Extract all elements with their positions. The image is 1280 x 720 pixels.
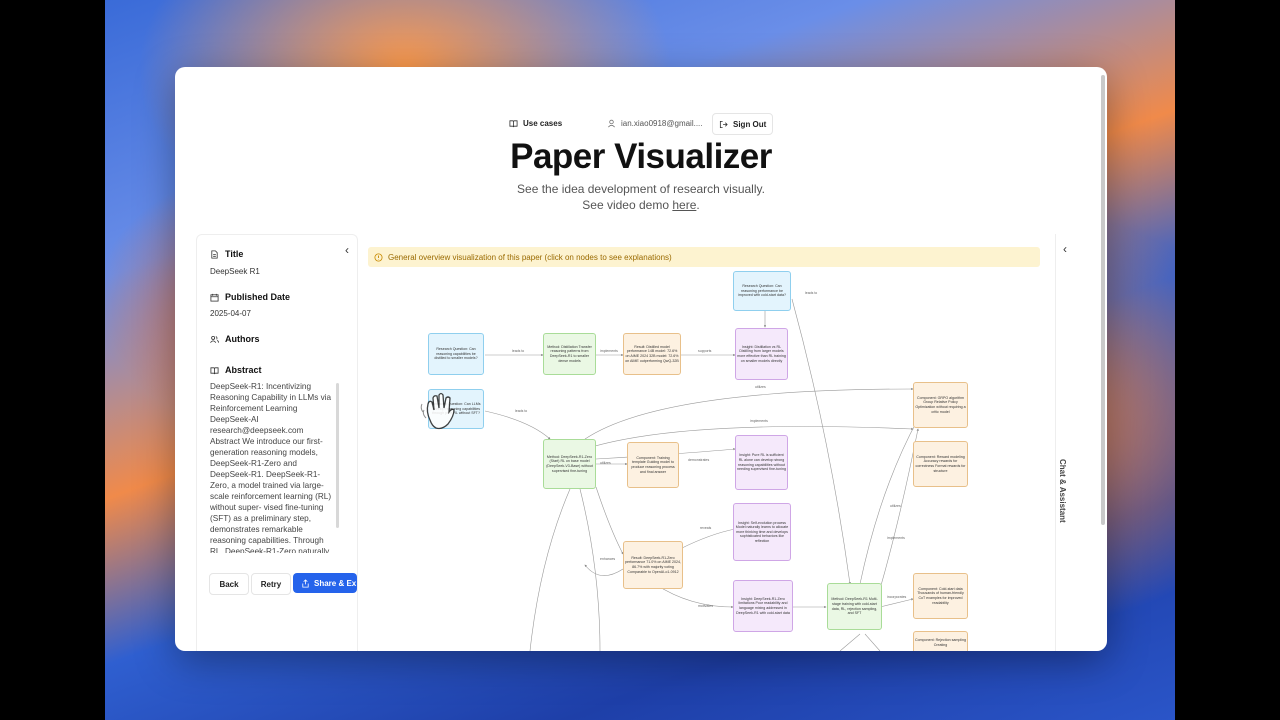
graph-node[interactable]: Component: Rejection sampling Creating [913, 631, 968, 651]
graph-node[interactable]: Component: GRPO algorithm Group Relative… [913, 382, 968, 428]
graph-node[interactable]: Insight: Pure RL is sufficient RL alone … [735, 435, 788, 490]
title-field-label: Title [210, 249, 243, 259]
browser-window: Use cases ian.xiao0918@gmail.... Sign Ou… [175, 67, 1107, 651]
title-label: Title [225, 249, 244, 259]
edge-label: motivates [698, 604, 713, 608]
graph-node[interactable]: Insight: Self-evolution process Model na… [733, 503, 791, 561]
edge-label: leads to [805, 291, 818, 295]
edge-label: leads to [512, 349, 525, 353]
graph-node[interactable]: Research Question: Can reasoning capabil… [428, 333, 484, 375]
authors-label: Authors [225, 334, 260, 344]
sign-out-icon [719, 120, 728, 128]
use-cases-button[interactable]: Use cases [509, 113, 562, 133]
chat-assistant-tab[interactable]: Chat & Assistant [1058, 459, 1067, 523]
date-field-label: Published Date [210, 292, 290, 302]
email-label: ian.xiao0918@gmail.... [621, 118, 703, 128]
graph-node[interactable]: Component: Training template Guiding mod… [627, 442, 679, 488]
user-icon [608, 119, 615, 127]
edge-label: enhances [600, 557, 616, 561]
abstract-scrollbar[interactable] [336, 383, 339, 528]
share-icon [302, 578, 309, 588]
abstract-text: DeepSeek-R1: Incentivizing Reasoning Cap… [210, 382, 332, 553]
sign-out-label: Sign Out [733, 119, 767, 129]
edge-label: utilizes [755, 385, 766, 389]
edge-label: utilizes [600, 461, 611, 465]
graph-node[interactable]: Component: Cold-start data Thousands of … [913, 573, 968, 619]
graph-node[interactable]: Method: DeepSeek-R1-Zero (Start) RL on b… [543, 439, 596, 489]
back-button[interactable]: Back [209, 573, 249, 595]
edge-label: leads to [515, 409, 528, 413]
video-demo-link[interactable]: here [672, 198, 696, 212]
account-email[interactable]: ian.xiao0918@gmail.... [607, 113, 703, 133]
edge-label: demonstrates [688, 458, 710, 462]
paper-info-panel: ‹ Title DeepSeek R1 Published Date 2025-… [196, 234, 358, 651]
share-label: Share & Ex [314, 578, 357, 588]
graph-node[interactable]: Result: Distilled model performance 14B … [623, 333, 681, 375]
graph-canvas[interactable]: General overview visualization of this p… [360, 239, 1055, 651]
page-subtitle: See the idea development of research vis… [175, 181, 1107, 213]
edge-label: implements [887, 536, 905, 540]
edge-label: reveals [700, 526, 712, 530]
collapse-left-panel-button[interactable]: ‹ [345, 243, 349, 257]
graph-node[interactable]: Insight: DeepSeek-R1-Zero limitations Po… [733, 580, 793, 632]
book-icon [509, 119, 518, 127]
demo-line: See video demo here. [175, 197, 1107, 213]
expand-chat-panel-button[interactable]: ‹ [1063, 242, 1067, 256]
sign-out-button[interactable]: Sign Out [712, 113, 774, 135]
graph-node[interactable]: Method: DeepSeek-R1 Multi-stage training… [827, 583, 882, 630]
graph-node[interactable]: Component: Reward modeling Accuracy rewa… [913, 441, 968, 487]
calendar-icon [210, 293, 219, 302]
paper-title-value: DeepSeek R1 [210, 267, 260, 276]
graph-node[interactable]: Result: DeepSeek-R1-Zero performance 71.… [623, 541, 683, 589]
users-icon [210, 335, 219, 343]
page-title: Paper Visualizer [510, 137, 772, 176]
retry-button[interactable]: Retry [251, 573, 291, 595]
top-nav: Use cases ian.xiao0918@gmail.... Sign Ou… [175, 113, 1107, 135]
authors-field-label: Authors [210, 334, 260, 344]
published-date-value: 2025-04-07 [210, 309, 251, 318]
graph-node[interactable]: Method: Distillation Transfer reasoning … [543, 333, 596, 375]
demo-suffix: . [696, 198, 700, 212]
edge-label: supports [698, 349, 712, 353]
open-book-icon [210, 366, 219, 374]
abstract-field-label: Abstract [210, 365, 262, 375]
edge-label: implements [600, 349, 618, 353]
subtitle-line: See the idea development of research vis… [517, 182, 765, 196]
date-label: Published Date [225, 292, 291, 302]
graph-node[interactable]: Research Question: Can reasoning perform… [733, 271, 791, 311]
share-export-button[interactable]: Share & Ex [293, 573, 357, 593]
edge-label: implements [750, 419, 768, 423]
edge-label: incorporates [887, 595, 907, 599]
edge-label: utilizes [890, 504, 901, 508]
graph-node[interactable]: Insight: Distillation vs RL Distilling f… [735, 328, 788, 380]
demo-prefix: See video demo [582, 198, 673, 212]
abstract-label: Abstract [225, 365, 262, 375]
document-icon [211, 249, 218, 259]
chat-assistant-panel: ‹ Chat & Assistant [1055, 234, 1078, 651]
use-cases-label: Use cases [523, 118, 563, 128]
grab-cursor-icon [420, 392, 455, 430]
